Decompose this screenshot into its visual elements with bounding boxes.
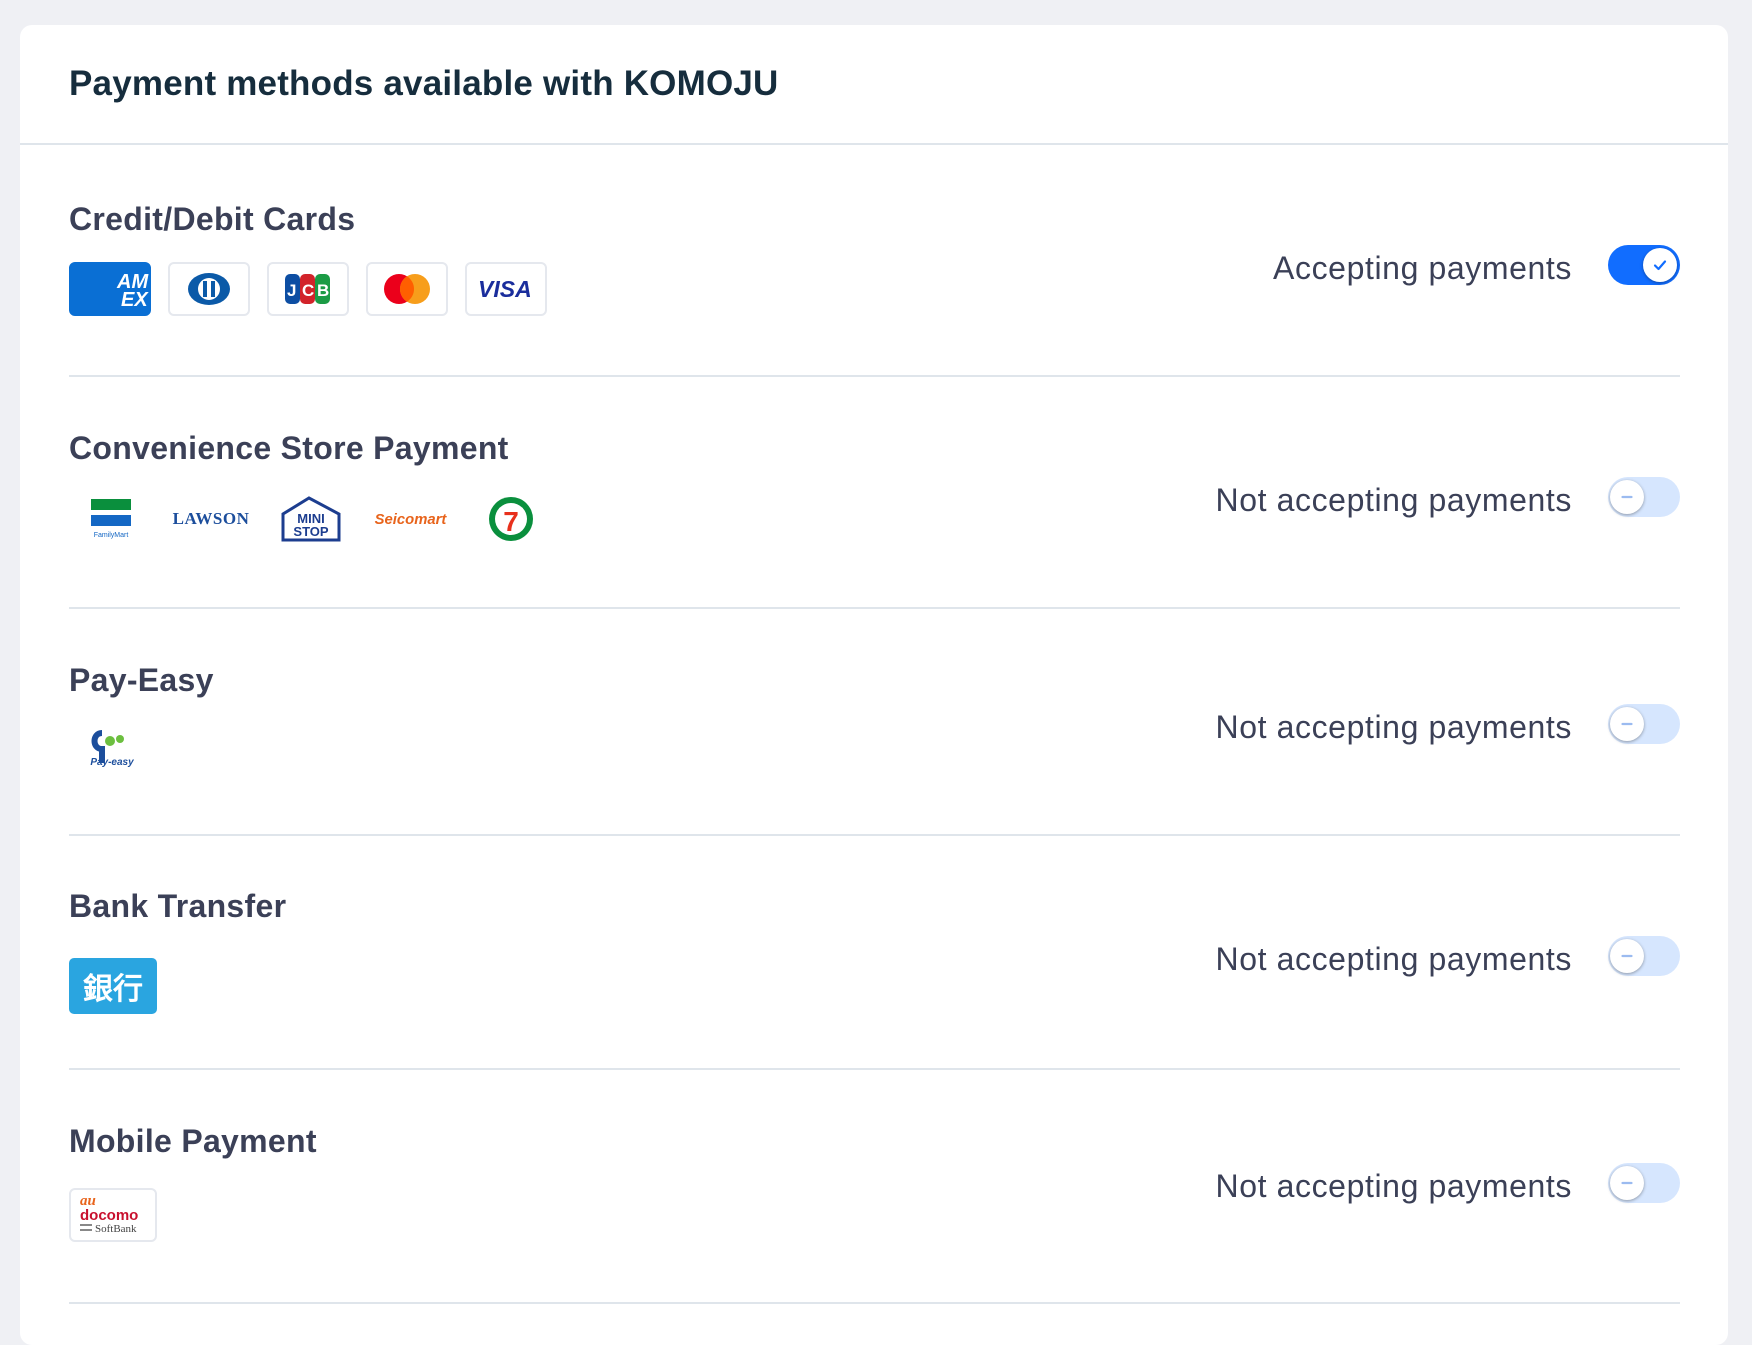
payment-status: Not accepting payments xyxy=(1215,709,1572,745)
section-title: Credit/Debit Cards xyxy=(69,201,356,237)
page-title: Payment methods available with KOMOJU xyxy=(69,64,779,103)
payment-status: Not accepting payments xyxy=(1215,482,1572,518)
bank-logos: 銀行 xyxy=(69,958,157,1014)
svg-text:7: 7 xyxy=(503,506,519,537)
toggle-knob xyxy=(1643,248,1677,282)
svg-text:LAWSON: LAWSON xyxy=(172,509,249,528)
accept-payments-toggle[interactable] xyxy=(1608,1163,1680,1203)
section-title: Mobile Payment xyxy=(69,1123,317,1159)
svg-text:B: B xyxy=(317,281,329,300)
toggle-knob xyxy=(1610,1166,1644,1200)
toggle-knob xyxy=(1610,707,1644,741)
mastercard-logo xyxy=(366,262,448,316)
section-mobile-payment: Mobile Payment au docomo SoftBank Not ac… xyxy=(69,1070,1680,1304)
svg-text:STOP: STOP xyxy=(293,524,328,539)
store-logos: FamilyMart LAWSON MINI STOP Seicomart 7 xyxy=(69,492,552,546)
svg-text:EX: EX xyxy=(121,289,149,311)
section-title: Convenience Store Payment xyxy=(69,430,509,466)
accept-payments-toggle[interactable] xyxy=(1608,245,1680,285)
payment-methods-card: Payment methods available with KOMOJU Cr… xyxy=(20,25,1728,1345)
card-header: Payment methods available with KOMOJU xyxy=(20,25,1728,145)
section-title: Pay-Easy xyxy=(69,662,214,698)
minus-icon xyxy=(1621,954,1633,958)
svg-text:SoftBank: SoftBank xyxy=(95,1223,137,1235)
minus-icon xyxy=(1621,722,1633,726)
lawson-logo: LAWSON xyxy=(169,492,252,546)
section-credit-debit-cards: Credit/Debit Cards AM EX J C B VISA Acce… xyxy=(69,145,1680,377)
card-logos: AM EX J C B VISA xyxy=(69,262,547,316)
section-title: Bank Transfer xyxy=(69,888,287,924)
accept-payments-toggle[interactable] xyxy=(1608,936,1680,976)
svg-text:Pay-easy: Pay-easy xyxy=(90,757,134,768)
accept-payments-toggle[interactable] xyxy=(1608,477,1680,517)
visa-logo: VISA xyxy=(465,262,547,316)
seven-eleven-logo: 7 xyxy=(469,492,552,546)
pay-easy-logo: Pay-easy xyxy=(69,722,152,776)
diners-club-logo xyxy=(168,262,250,316)
svg-text:J: J xyxy=(287,281,296,300)
jcb-logo: J C B xyxy=(267,262,349,316)
payment-status: Not accepting payments xyxy=(1215,1168,1572,1204)
svg-text:VISA: VISA xyxy=(478,276,532,302)
section-convenience-store: Convenience Store Payment FamilyMart LAW… xyxy=(69,377,1680,609)
accept-payments-toggle[interactable] xyxy=(1608,704,1680,744)
seicomart-logo: Seicomart xyxy=(369,492,452,546)
pay-easy-logos: Pay-easy xyxy=(69,722,152,776)
bank-logo: 銀行 xyxy=(69,958,157,1014)
checkmark-icon xyxy=(1653,260,1667,271)
section-pay-easy: Pay-Easy Pay-easy Not accepting payments xyxy=(69,609,1680,836)
minus-icon xyxy=(1621,495,1633,499)
minus-icon xyxy=(1621,1181,1633,1185)
amex-logo: AM EX xyxy=(69,262,151,316)
ministop-logo: MINI STOP xyxy=(269,492,352,546)
payment-status: Not accepting payments xyxy=(1215,941,1572,977)
svg-text:C: C xyxy=(302,281,314,300)
familymart-logo: FamilyMart xyxy=(69,492,152,546)
section-bank-transfer: Bank Transfer 銀行 Not accepting payments xyxy=(69,836,1680,1070)
payment-status: Accepting payments xyxy=(1273,250,1572,286)
svg-text:FamilyMart: FamilyMart xyxy=(93,532,128,539)
toggle-knob xyxy=(1610,939,1644,973)
carrier-logo: au docomo SoftBank xyxy=(69,1188,157,1242)
mobile-logos: au docomo SoftBank xyxy=(69,1188,157,1242)
svg-text:docomo: docomo xyxy=(80,1207,138,1224)
svg-text:Seicomart: Seicomart xyxy=(375,512,448,528)
toggle-knob xyxy=(1610,480,1644,514)
